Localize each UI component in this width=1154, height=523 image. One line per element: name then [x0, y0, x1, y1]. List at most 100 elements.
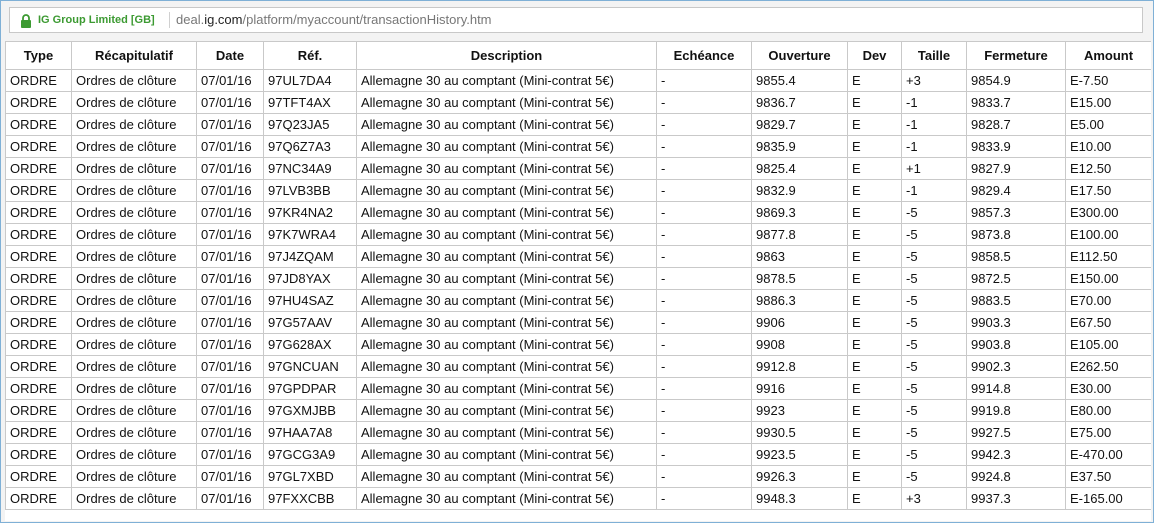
cell-type: ORDRE: [5, 135, 72, 158]
cell-echeance: -: [656, 69, 752, 92]
cell-type: ORDRE: [5, 289, 72, 312]
cell-description: Allemagne 30 au comptant (Mini-contrat 5…: [356, 69, 657, 92]
certificate-label[interactable]: IG Group Limited [GB]: [38, 13, 155, 27]
cell-ref: 97TFT4AX: [263, 91, 357, 114]
cell-fermeture: 9883.5: [966, 289, 1066, 312]
cell-echeance: -: [656, 91, 752, 114]
table-row[interactable]: ORDRE Ordres de clôture 07/01/16 97GPDPAR Al…: [5, 377, 1151, 400]
cell-ouverture: 9832.9: [751, 179, 848, 202]
table-row[interactable]: ORDRE Ordres de clôture 07/01/16 97J4ZQAM Al…: [5, 245, 1151, 268]
cell-ref: 97JD8YAX: [263, 267, 357, 290]
cell-dev: E: [847, 487, 902, 510]
header-fermeture[interactable]: Fermeture: [966, 41, 1066, 70]
table-row[interactable]: ORDRE Ordres de clôture 07/01/16 97TFT4AX Al…: [5, 91, 1151, 114]
table-row[interactable]: ORDRE Ordres de clôture 07/01/16 97JD8YAX Al…: [5, 267, 1151, 290]
cell-description: Allemagne 30 au comptant (Mini-contrat 5…: [356, 465, 657, 488]
cell-description: Allemagne 30 au comptant (Mini-contrat 5…: [356, 311, 657, 334]
cell-description: Allemagne 30 au comptant (Mini-contrat 5…: [356, 157, 657, 180]
cell-taille: -5: [901, 267, 967, 290]
cell-dev: E: [847, 113, 902, 136]
table-row[interactable]: ORDRE Ordres de clôture 07/01/16 97GL7XBD Al…: [5, 465, 1151, 488]
cell-fermeture: 9919.8: [966, 399, 1066, 422]
cell-dev: E: [847, 377, 902, 400]
cell-type: ORDRE: [5, 465, 72, 488]
cell-ouverture: 9835.9: [751, 135, 848, 158]
table-row[interactable]: ORDRE Ordres de clôture 07/01/16 97UL7DA4 Al…: [5, 69, 1151, 92]
cell-echeance: -: [656, 355, 752, 378]
cell-amount: E150.00: [1065, 267, 1151, 290]
header-description[interactable]: Description: [356, 41, 657, 70]
cell-date: 07/01/16: [196, 201, 264, 224]
cell-fermeture: 9937.3: [966, 487, 1066, 510]
header-recapitulatif[interactable]: Récapitulatif: [71, 41, 197, 70]
table-row[interactable]: ORDRE Ordres de clôture 07/01/16 97Q23JA5 Al…: [5, 113, 1151, 136]
cell-description: Allemagne 30 au comptant (Mini-contrat 5…: [356, 135, 657, 158]
address-separator: [169, 12, 170, 28]
table-row[interactable]: ORDRE Ordres de clôture 07/01/16 97K7WRA4 Al…: [5, 223, 1151, 246]
cell-amount: E17.50: [1065, 179, 1151, 202]
header-date[interactable]: Date: [196, 41, 264, 70]
url-text[interactable]: deal.ig.com/platform/myaccount/transacti…: [176, 12, 492, 28]
cell-taille: -1: [901, 91, 967, 114]
cell-date: 07/01/16: [196, 289, 264, 312]
address-bar[interactable]: IG Group Limited [GB] deal.ig.com/platfo…: [9, 7, 1143, 33]
header-ref[interactable]: Réf.: [263, 41, 357, 70]
cell-description: Allemagne 30 au comptant (Mini-contrat 5…: [356, 113, 657, 136]
cell-description: Allemagne 30 au comptant (Mini-contrat 5…: [356, 421, 657, 444]
cell-echeance: -: [656, 157, 752, 180]
cell-ouverture: 9912.8: [751, 355, 848, 378]
cell-ouverture: 9829.7: [751, 113, 848, 136]
table-row[interactable]: ORDRE Ordres de clôture 07/01/16 97GCG3A9 Al…: [5, 443, 1151, 466]
cell-recapitulatif: Ordres de clôture: [71, 267, 197, 290]
cell-taille: -5: [901, 245, 967, 268]
header-type[interactable]: Type: [5, 41, 72, 70]
cell-date: 07/01/16: [196, 465, 264, 488]
cell-fermeture: 9927.5: [966, 421, 1066, 444]
table-row[interactable]: ORDRE Ordres de clôture 07/01/16 97GNCUAN Al…: [5, 355, 1151, 378]
cell-dev: E: [847, 201, 902, 224]
cell-taille: -5: [901, 355, 967, 378]
cell-taille: -5: [901, 377, 967, 400]
table-row[interactable]: ORDRE Ordres de clôture 07/01/16 97FXXCBB Al…: [5, 487, 1151, 510]
cell-dev: E: [847, 135, 902, 158]
cell-ref: 97G57AAV: [263, 311, 357, 334]
cell-recapitulatif: Ordres de clôture: [71, 245, 197, 268]
cell-amount: E112.50: [1065, 245, 1151, 268]
cell-fermeture: 9903.8: [966, 333, 1066, 356]
cell-type: ORDRE: [5, 487, 72, 510]
table-row[interactable]: ORDRE Ordres de clôture 07/01/16 97NC34A9 Al…: [5, 157, 1151, 180]
cell-ouverture: 9877.8: [751, 223, 848, 246]
header-echeance[interactable]: Echéance: [656, 41, 752, 70]
cell-recapitulatif: Ordres de clôture: [71, 333, 197, 356]
table-row[interactable]: ORDRE Ordres de clôture 07/01/16 97GXMJBB Al…: [5, 399, 1151, 422]
cell-dev: E: [847, 245, 902, 268]
table-row[interactable]: ORDRE Ordres de clôture 07/01/16 97HU4SAZ Al…: [5, 289, 1151, 312]
header-taille[interactable]: Taille: [901, 41, 967, 70]
header-dev[interactable]: Dev: [847, 41, 902, 70]
cell-ref: 97GPDPAR: [263, 377, 357, 400]
table-row[interactable]: ORDRE Ordres de clôture 07/01/16 97G628AX Al…: [5, 333, 1151, 356]
cell-description: Allemagne 30 au comptant (Mini-contrat 5…: [356, 355, 657, 378]
table-row[interactable]: ORDRE Ordres de clôture 07/01/16 97HAA7A8 Al…: [5, 421, 1151, 444]
header-amount[interactable]: Amount: [1065, 41, 1151, 70]
table-row[interactable]: ORDRE Ordres de clôture 07/01/16 97KR4NA2 Al…: [5, 201, 1151, 224]
cell-dev: E: [847, 355, 902, 378]
cell-echeance: -: [656, 113, 752, 136]
cell-amount: E262.50: [1065, 355, 1151, 378]
cell-echeance: -: [656, 289, 752, 312]
cell-echeance: -: [656, 399, 752, 422]
cell-date: 07/01/16: [196, 245, 264, 268]
header-ouverture[interactable]: Ouverture: [751, 41, 848, 70]
cell-ouverture: 9916: [751, 377, 848, 400]
table-row[interactable]: ORDRE Ordres de clôture 07/01/16 97Q6Z7A3 Al…: [5, 135, 1151, 158]
table-row[interactable]: ORDRE Ordres de clôture 07/01/16 97LVB3BB Al…: [5, 179, 1151, 202]
cell-description: Allemagne 30 au comptant (Mini-contrat 5…: [356, 487, 657, 510]
table-row[interactable]: ORDRE Ordres de clôture 07/01/16 97G57AAV Al…: [5, 311, 1151, 334]
cell-description: Allemagne 30 au comptant (Mini-contrat 5…: [356, 377, 657, 400]
cell-ref: 97LVB3BB: [263, 179, 357, 202]
cell-ref: 97G628AX: [263, 333, 357, 356]
cell-date: 07/01/16: [196, 487, 264, 510]
cell-echeance: -: [656, 487, 752, 510]
table-header-row: Type Récapitulatif Date Réf. Description…: [5, 41, 1151, 70]
cell-type: ORDRE: [5, 377, 72, 400]
